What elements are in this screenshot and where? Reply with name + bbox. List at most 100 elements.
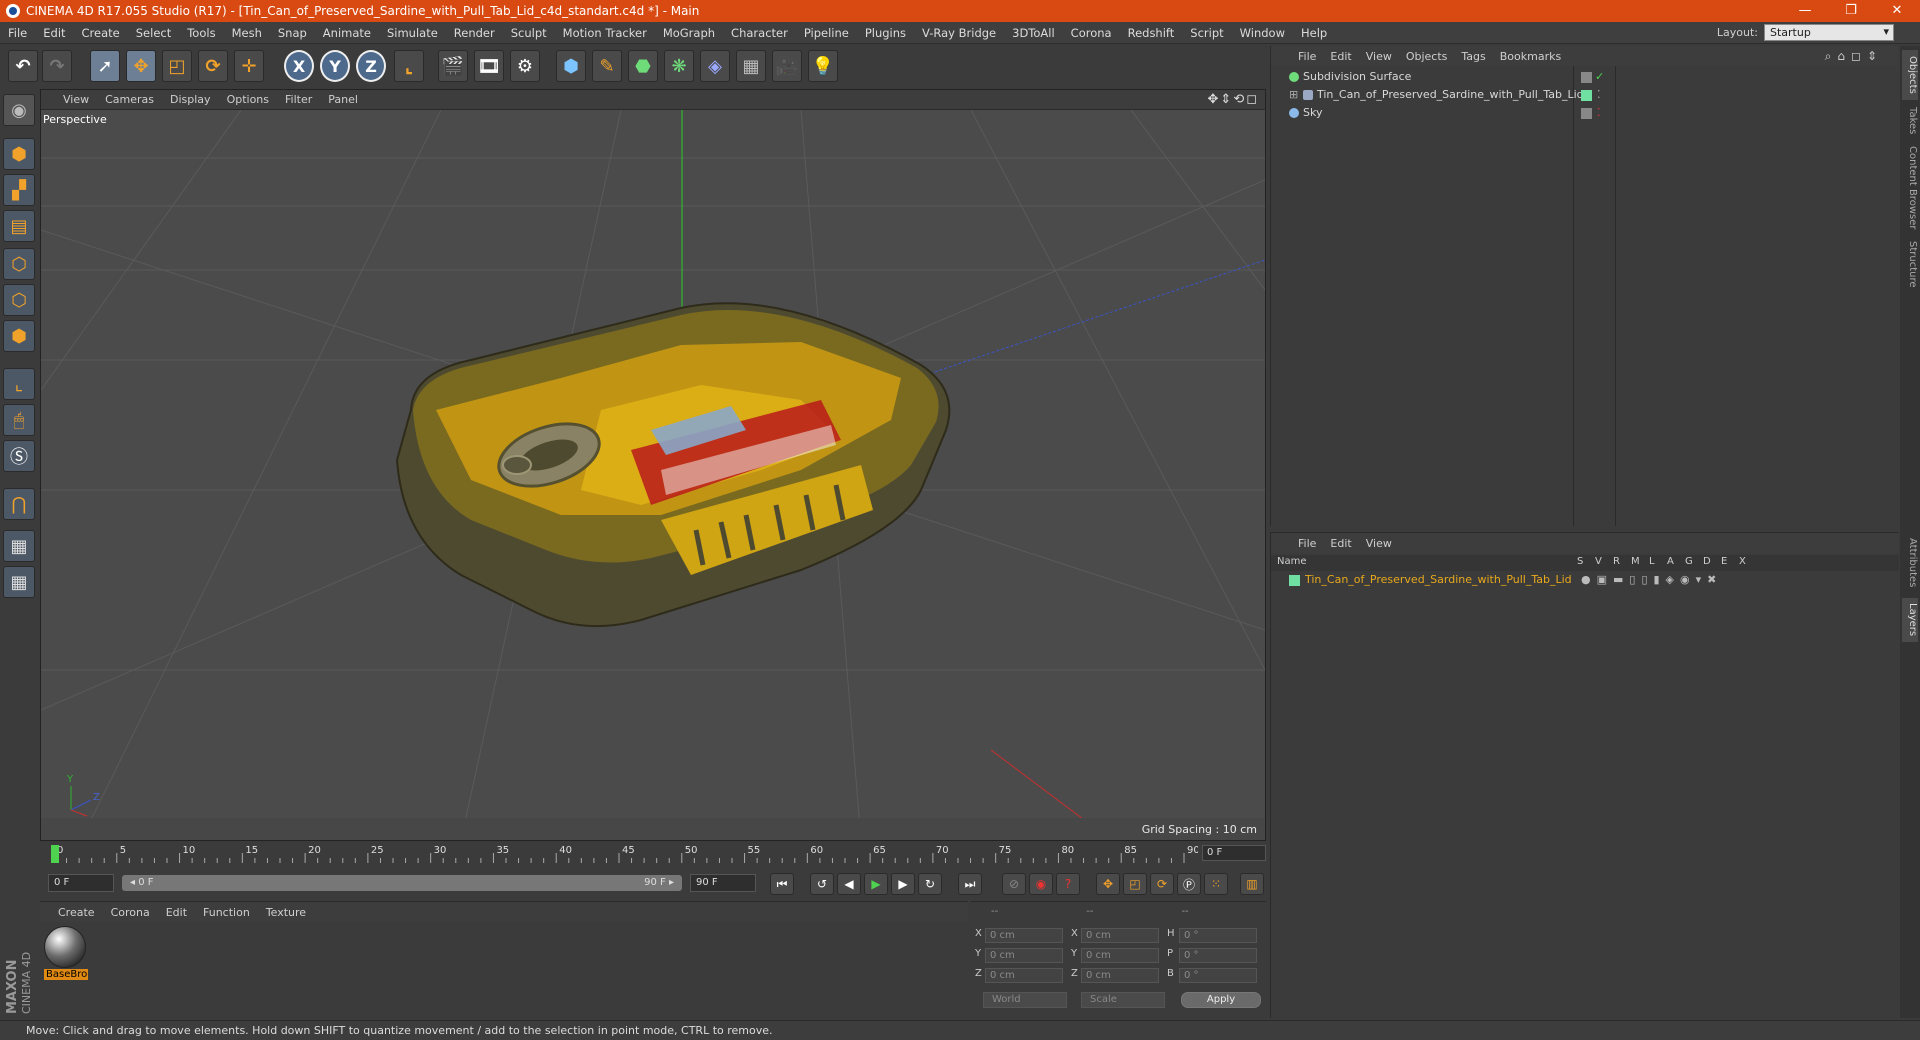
menu-mograph[interactable]: MoGraph: [655, 26, 723, 40]
viewport-menu-display[interactable]: Display: [162, 93, 219, 106]
viewport-menu-options[interactable]: Options: [219, 93, 277, 106]
tab-content-browser[interactable]: Content Browser: [1902, 142, 1918, 234]
y-axis-lock-icon[interactable]: Y: [320, 50, 350, 82]
auto-keying-icon[interactable]: ◉: [1029, 873, 1053, 895]
frame-range-slider[interactable]: ◂ 0 F 90 F ▸: [122, 875, 682, 891]
object-menu-file[interactable]: File: [1291, 50, 1323, 63]
menu-character[interactable]: Character: [723, 26, 796, 40]
tab-takes[interactable]: Takes: [1902, 104, 1918, 138]
polygons-mode-icon[interactable]: ⬢: [3, 320, 35, 352]
menu-create[interactable]: Create: [74, 26, 128, 40]
object-menu-objects[interactable]: Objects: [1399, 50, 1455, 63]
layout-select[interactable]: Startup: [1764, 24, 1894, 41]
menu-vray-bridge[interactable]: V-Ray Bridge: [914, 26, 1004, 40]
menu-mesh[interactable]: Mesh: [224, 26, 270, 40]
go-to-start-icon[interactable]: ⏮: [770, 873, 794, 895]
previous-key-icon[interactable]: ↺: [810, 873, 834, 895]
snap-icon[interactable]: Ⓢ: [3, 440, 35, 472]
pen-spline-icon[interactable]: ✎: [592, 50, 622, 82]
start-frame-field[interactable]: 0 F: [48, 874, 114, 892]
deformer-icon[interactable]: ◈: [700, 50, 730, 82]
key-point-level-icon[interactable]: ⁙: [1204, 873, 1228, 895]
position-y-field[interactable]: 0 cm: [985, 948, 1063, 963]
material-menu-corona[interactable]: Corona: [103, 906, 158, 919]
viewport-menu-filter[interactable]: Filter: [277, 93, 320, 106]
viewport-navigation-icons[interactable]: ✥⇕⟲◻: [1208, 92, 1259, 107]
planar-workplane-icon[interactable]: ▦: [3, 566, 35, 598]
axis-mode-icon[interactable]: ⌞: [3, 368, 35, 400]
menu-motion-tracker[interactable]: Motion Tracker: [555, 26, 655, 40]
layer-menu-file[interactable]: File: [1291, 537, 1323, 550]
render-view-icon[interactable]: 🎬: [438, 50, 468, 82]
layer-toggle-icon[interactable]: [1581, 108, 1592, 119]
camera-icon[interactable]: 🎥: [772, 50, 802, 82]
timeline-ruler[interactable]: 0 5 10 15 20 25 30 35 40 45 50 55 60 65 70 75 80 85 90 0 F: [40, 843, 1266, 865]
viewport-menu-cameras[interactable]: Cameras: [97, 93, 162, 106]
z-axis-lock-icon[interactable]: Z: [356, 50, 386, 82]
coordinate-system-icon[interactable]: ⌞: [394, 50, 424, 82]
menu-snap[interactable]: Snap: [270, 26, 315, 40]
menu-tools[interactable]: Tools: [179, 26, 223, 40]
minimize-button[interactable]: —: [1782, 0, 1828, 22]
menu-sculpt[interactable]: Sculpt: [503, 26, 555, 40]
keyframe-selection-icon[interactable]: ?: [1056, 873, 1080, 895]
menu-script[interactable]: Script: [1182, 26, 1231, 40]
visibility-dots-icon[interactable]: ⁚: [1597, 104, 1601, 122]
layer-menu-view[interactable]: View: [1359, 537, 1399, 550]
material-menu-create[interactable]: Create: [50, 906, 103, 919]
live-selection-icon[interactable]: ➚: [90, 50, 120, 82]
edges-mode-icon[interactable]: ⬡: [3, 284, 35, 316]
object-menu-edit[interactable]: Edit: [1323, 50, 1358, 63]
viewport-menu-view[interactable]: View: [55, 93, 97, 106]
material-menu-function[interactable]: Function: [195, 906, 258, 919]
object-row-tin-can[interactable]: ⊞ Tin_Can_of_Preserved_Sardine_with_Pull…: [1275, 86, 1895, 104]
menu-3dtoall[interactable]: 3DToAll: [1004, 26, 1063, 40]
size-y-field[interactable]: 0 cm: [1081, 948, 1159, 963]
timeline-window-icon[interactable]: ▥: [1240, 873, 1264, 895]
light-icon[interactable]: 💡: [808, 50, 838, 82]
cloner-icon[interactable]: ❋: [664, 50, 694, 82]
menu-edit[interactable]: Edit: [35, 26, 73, 40]
next-key-icon[interactable]: ↻: [918, 873, 942, 895]
menu-pipeline[interactable]: Pipeline: [796, 26, 857, 40]
visibility-dots-icon[interactable]: ⁚: [1597, 86, 1601, 104]
render-picture-viewer-icon[interactable]: 🎞: [474, 50, 504, 82]
expand-icon[interactable]: ⊞: [1289, 86, 1298, 104]
tweak-mode-icon[interactable]: 🖱: [3, 404, 35, 436]
subdivision-surface-icon[interactable]: ⬣: [628, 50, 658, 82]
tab-objects[interactable]: Objects: [1902, 50, 1918, 100]
object-manager-search-icon[interactable]: ⌕⌂◻⇕: [1818, 49, 1890, 64]
menu-file[interactable]: File: [0, 26, 35, 40]
menu-render[interactable]: Render: [446, 26, 503, 40]
enabled-check-icon[interactable]: ✓: [1595, 68, 1604, 86]
size-x-field[interactable]: 0 cm: [1081, 928, 1159, 943]
rotate-tool-icon[interactable]: ⟳: [198, 50, 228, 82]
texture-mode-icon[interactable]: ▞: [3, 174, 35, 206]
key-scale-icon[interactable]: ◰: [1123, 873, 1147, 895]
menu-corona[interactable]: Corona: [1063, 26, 1120, 40]
menu-plugins[interactable]: Plugins: [857, 26, 914, 40]
layer-row[interactable]: Tin_Can_of_Preserved_Sardine_with_Pull_T…: [1275, 573, 1899, 589]
cube-object-icon[interactable]: ⬢: [556, 50, 586, 82]
position-z-field[interactable]: 0 cm: [985, 968, 1063, 983]
layer-toggle-icon[interactable]: [1581, 72, 1592, 83]
object-row-subdivision-surface[interactable]: Subdivision Surface ✓: [1275, 68, 1895, 86]
undo-icon[interactable]: ↶: [8, 50, 38, 82]
playhead-marker[interactable]: [51, 845, 59, 863]
layer-color-icon[interactable]: [1581, 90, 1592, 101]
render-settings-icon[interactable]: ⚙: [510, 50, 540, 82]
scale-tool-icon[interactable]: ◰: [162, 50, 192, 82]
make-editable-icon[interactable]: ◉: [3, 94, 35, 126]
rotation-h-field[interactable]: 0 °: [1179, 928, 1257, 943]
magnet-icon[interactable]: ⋂: [3, 488, 35, 520]
last-tool-icon[interactable]: ✛: [234, 50, 264, 82]
size-mode-select[interactable]: Scale: [1081, 992, 1165, 1008]
apply-button[interactable]: Apply: [1181, 992, 1261, 1008]
next-frame-icon[interactable]: ▶: [891, 873, 915, 895]
object-menu-view[interactable]: View: [1359, 50, 1399, 63]
viewport-menu-panel[interactable]: Panel: [320, 93, 366, 106]
material-menu-edit[interactable]: Edit: [158, 906, 195, 919]
coordinate-mode-select[interactable]: World: [983, 992, 1067, 1008]
menu-animate[interactable]: Animate: [315, 26, 379, 40]
menu-simulate[interactable]: Simulate: [379, 26, 446, 40]
